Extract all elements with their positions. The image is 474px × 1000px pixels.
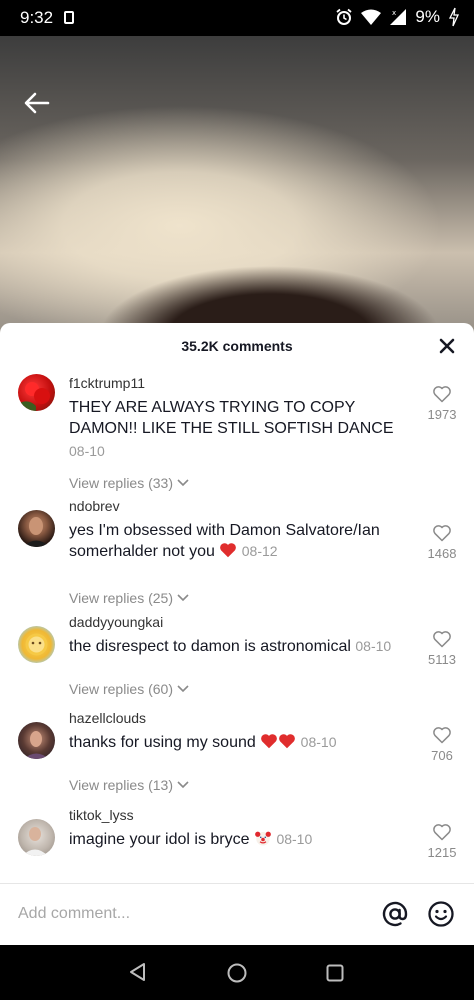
comment-text: THEY ARE ALWAYS TRYING TO COPY DAMON!! L… [69,399,394,437]
comment-date: 08-12 [241,543,278,559]
clown-face-emoji-icon [255,831,271,846]
comment-date: 08-10 [355,638,392,654]
like-count: 1468 [427,546,457,561]
sim-card-icon [64,11,74,24]
username[interactable]: hazellclouds [69,710,146,726]
battery-charging-icon [448,7,460,27]
arrow-left-icon [24,92,50,114]
emoji-button[interactable] [427,900,455,928]
nav-back-button[interactable] [128,962,148,987]
triangle-back-icon [130,963,145,981]
video-preview[interactable] [0,36,474,346]
comment-item: hazellclouds thanks for using my sound 0… [0,710,474,800]
comment-text: yes I'm obsessed with Damon Salvatore/Ia… [69,520,419,562]
heart-outline-icon[interactable] [432,629,452,649]
view-replies-label: View replies (25) [69,590,174,606]
comment-item: daddyyoungkai the disrespect to damon is… [0,614,474,704]
red-heart-emoji-icon [261,734,278,749]
comment-text-content: the disrespect to damon is astronomical [69,638,351,655]
heart-outline-icon[interactable] [432,725,452,745]
view-replies-button[interactable]: View replies (25) [69,590,189,606]
heart-outline-icon[interactable] [432,822,452,842]
comment-input[interactable] [18,901,348,927]
navigation-bar [0,945,474,1000]
view-replies-button[interactable]: View replies (33) [69,475,189,491]
avatar-image [25,633,48,656]
comment-item: f1cktrump11 THEY ARE ALWAYS TRYING TO CO… [0,369,474,491]
avatar-image [24,731,49,759]
comment-date: 08-10 [300,734,337,750]
view-replies-label: View replies (33) [69,475,174,491]
comment-list[interactable]: f1cktrump11 THEY ARE ALWAYS TRYING TO CO… [0,369,474,883]
square-recents-icon [326,964,344,982]
username[interactable]: ndobrev [69,498,120,514]
heart-outline-icon[interactable] [432,384,452,404]
status-time: 9:32 [20,8,54,27]
nav-home-button[interactable] [226,962,248,989]
comment-text: imagine your idol is bryce 08-10 [69,829,419,850]
like-group: 1215 [424,822,460,860]
status-bar: 9:32 x 9% [0,0,474,36]
avatar[interactable] [18,510,55,547]
back-button[interactable] [20,86,54,120]
avatar-image [23,517,50,547]
view-replies-label: View replies (60) [69,681,174,697]
smiley-face-icon [428,901,454,927]
chevron-down-icon [177,685,189,693]
chevron-down-icon [177,781,189,789]
alarm-icon [336,8,352,25]
avatar[interactable] [18,374,55,411]
comment-text-content: imagine your idol is bryce [69,831,250,848]
comments-count-title: 35.2K comments [181,338,293,354]
comments-sheet: 35.2K comments f1cktrump11 THEY ARE ALWA… [0,323,474,945]
mention-button[interactable] [381,900,409,928]
like-count: 5113 [428,652,456,667]
view-replies-button[interactable]: View replies (13) [69,777,189,793]
comment-text-content: thanks for using my sound [69,734,256,751]
avatar[interactable] [18,722,55,759]
wifi-icon [361,9,382,25]
nav-recents-button[interactable] [326,964,344,987]
like-group: 5113 [424,629,460,667]
like-group: 706 [424,725,460,763]
view-replies-button[interactable]: View replies (60) [69,681,189,697]
comment-text: thanks for using my sound 08-10 [69,732,419,753]
like-group: 1973 [424,384,460,422]
signal-icon: x [390,9,407,25]
circle-home-icon [227,963,247,983]
heart-outline-icon[interactable] [432,523,452,543]
status-icons: x 9% [335,7,460,27]
svg-text:x: x [392,9,396,17]
username[interactable]: f1cktrump11 [69,375,145,391]
comment-text: the disrespect to damon is astronomical … [69,636,419,657]
close-button[interactable] [436,335,458,357]
comment-date: 08-10 [69,443,105,459]
comment-item: ndobrev yes I'm obsessed with Damon Salv… [0,498,474,608]
at-sign-icon [382,901,408,927]
avatar-image [22,827,48,856]
username[interactable]: daddyyoungkai [69,614,163,630]
username[interactable]: tiktok_lyss [69,807,134,823]
avatar[interactable] [18,819,55,856]
like-count: 1215 [427,845,457,860]
avatar[interactable] [18,626,55,663]
red-heart-emoji-icon [220,543,237,558]
like-group: 1468 [424,523,460,561]
chevron-down-icon [177,594,189,602]
like-count: 706 [431,748,453,763]
red-heart-emoji-icon [279,734,296,749]
comment-date: 08-10 [276,831,313,847]
chevron-down-icon [177,479,189,487]
like-count: 1973 [427,407,457,422]
comment-item: tiktok_lyss imagine your idol is bryce 0… [0,807,474,883]
view-replies-label: View replies (13) [69,777,174,793]
close-icon [439,338,455,354]
comment-input-bar [0,884,474,945]
battery-percent: 9% [415,7,440,26]
comments-header: 35.2K comments [0,323,474,369]
avatar-image [18,382,50,411]
